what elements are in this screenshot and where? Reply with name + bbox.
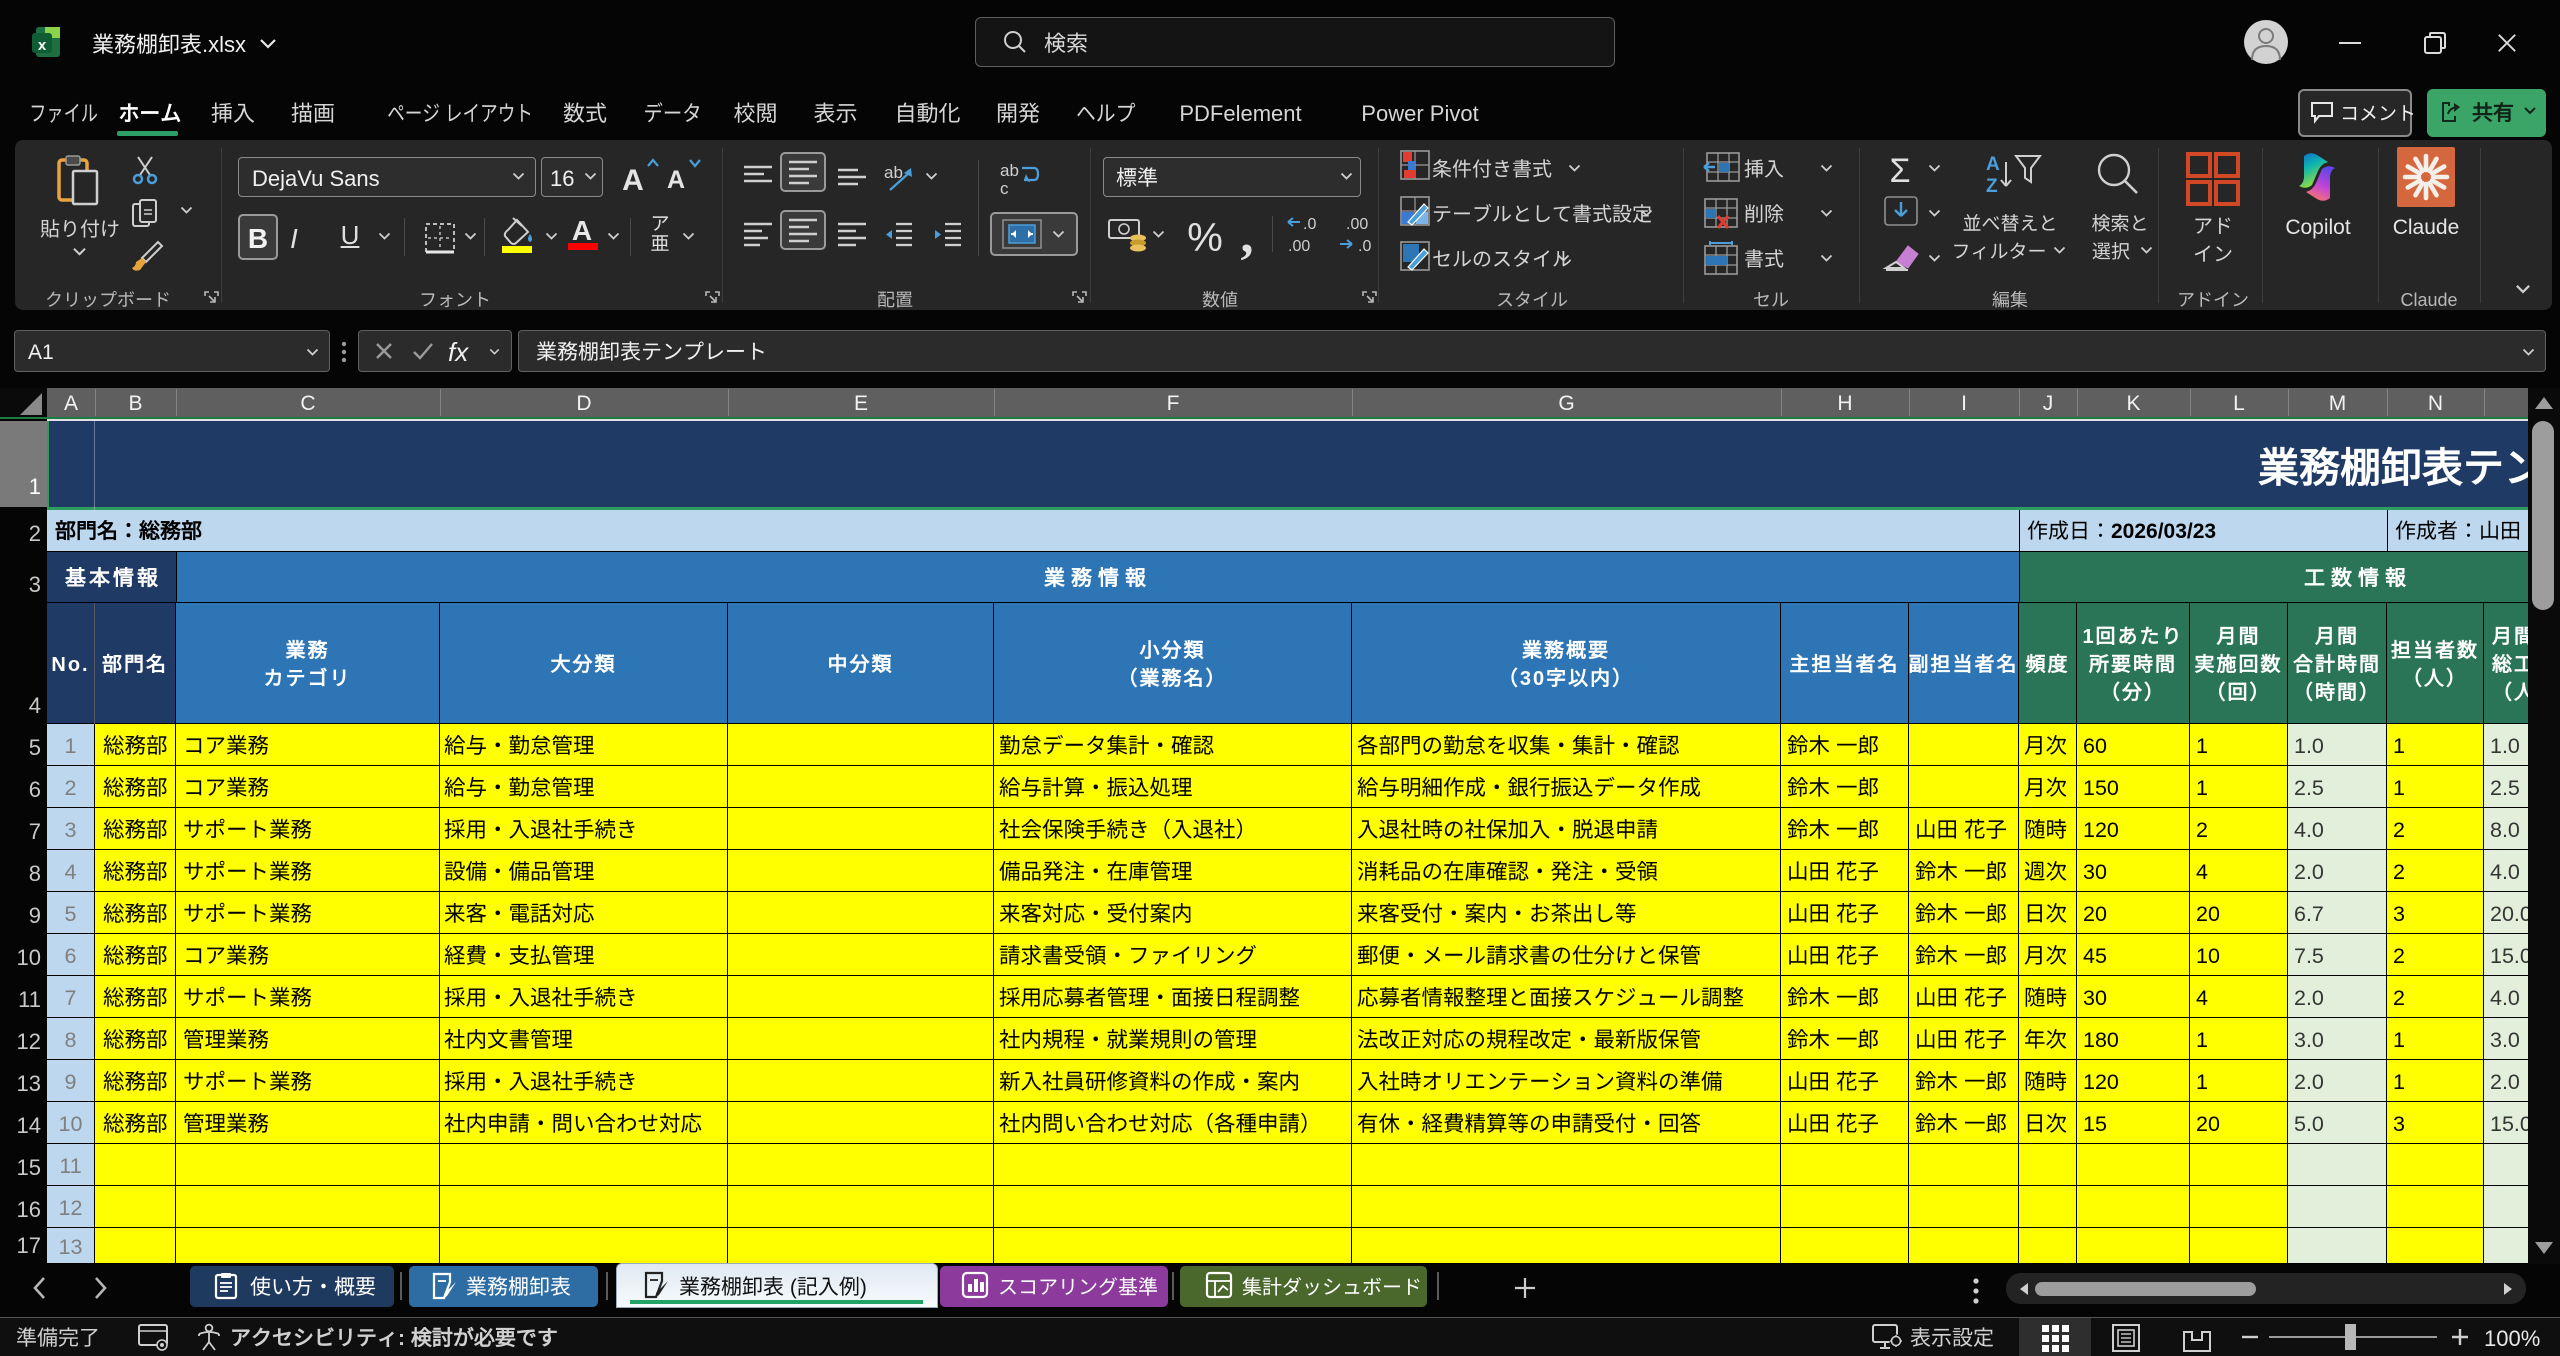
svg-text:Z: Z bbox=[1986, 176, 1998, 197]
svg-text:c: c bbox=[1000, 179, 1009, 198]
svg-text:x: x bbox=[38, 37, 47, 54]
svg-text:ab: ab bbox=[1000, 161, 1019, 180]
svg-text:.00: .00 bbox=[1346, 216, 1368, 233]
svg-text:.0: .0 bbox=[1303, 216, 1316, 233]
svg-text:.0: .0 bbox=[1358, 238, 1371, 255]
svg-text:ab: ab bbox=[884, 163, 903, 182]
svg-text:.00: .00 bbox=[1288, 238, 1310, 255]
svg-text:A: A bbox=[1986, 154, 2000, 175]
